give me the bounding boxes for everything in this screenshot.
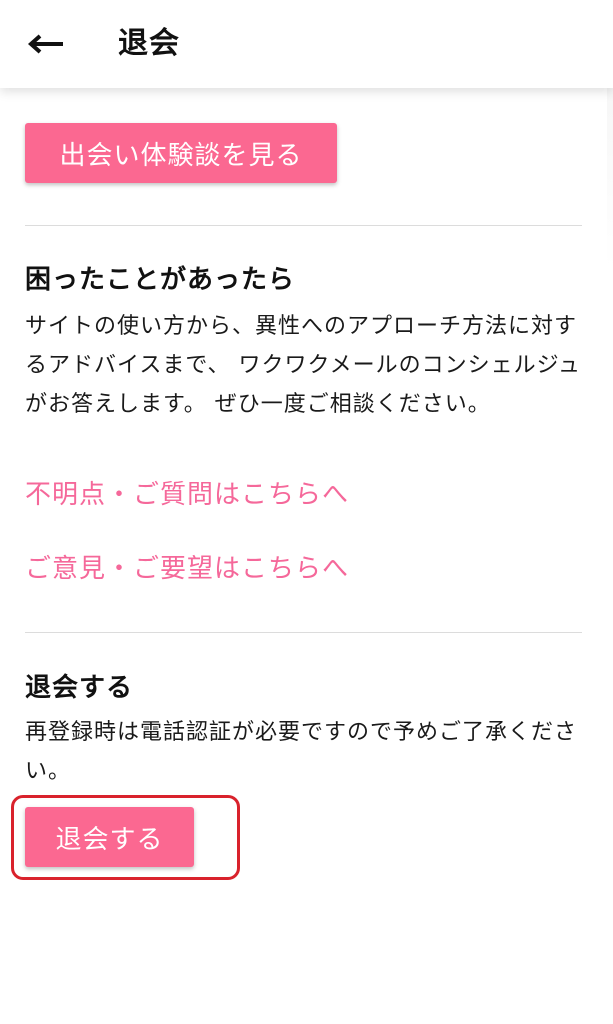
back-button[interactable]: [24, 24, 68, 64]
withdraw-button[interactable]: 退会する: [25, 807, 194, 867]
arrow-left-icon: [27, 34, 65, 54]
scroll-shadow: [607, 88, 613, 268]
questions-link[interactable]: 不明点・ご質問はこちらへ: [25, 477, 349, 513]
withdraw-section-text: 再登録時は電話認証が必要ですので予めご了承ください。: [25, 720, 578, 784]
app-header: 退会: [0, 0, 613, 88]
view-stories-button[interactable]: 出会い体験談を見る: [25, 123, 337, 183]
help-section-title: 困ったことがあったら: [25, 265, 296, 295]
help-section-text: サイトの使い方から、異性へのアプローチ方法に対するアドバイスまで、 ワクワクメー…: [25, 314, 582, 417]
withdraw-section-title: 退会する: [25, 673, 134, 703]
withdraw-screen: 退会 出会い体験談を見る 困ったことがあったら サイトの使い方から、異性へのアプ…: [0, 0, 613, 1024]
divider: [25, 632, 582, 633]
feedback-link[interactable]: ご意見・ご要望はこちらへ: [25, 551, 349, 587]
divider: [25, 225, 582, 226]
page-title: 退会: [118, 26, 180, 61]
